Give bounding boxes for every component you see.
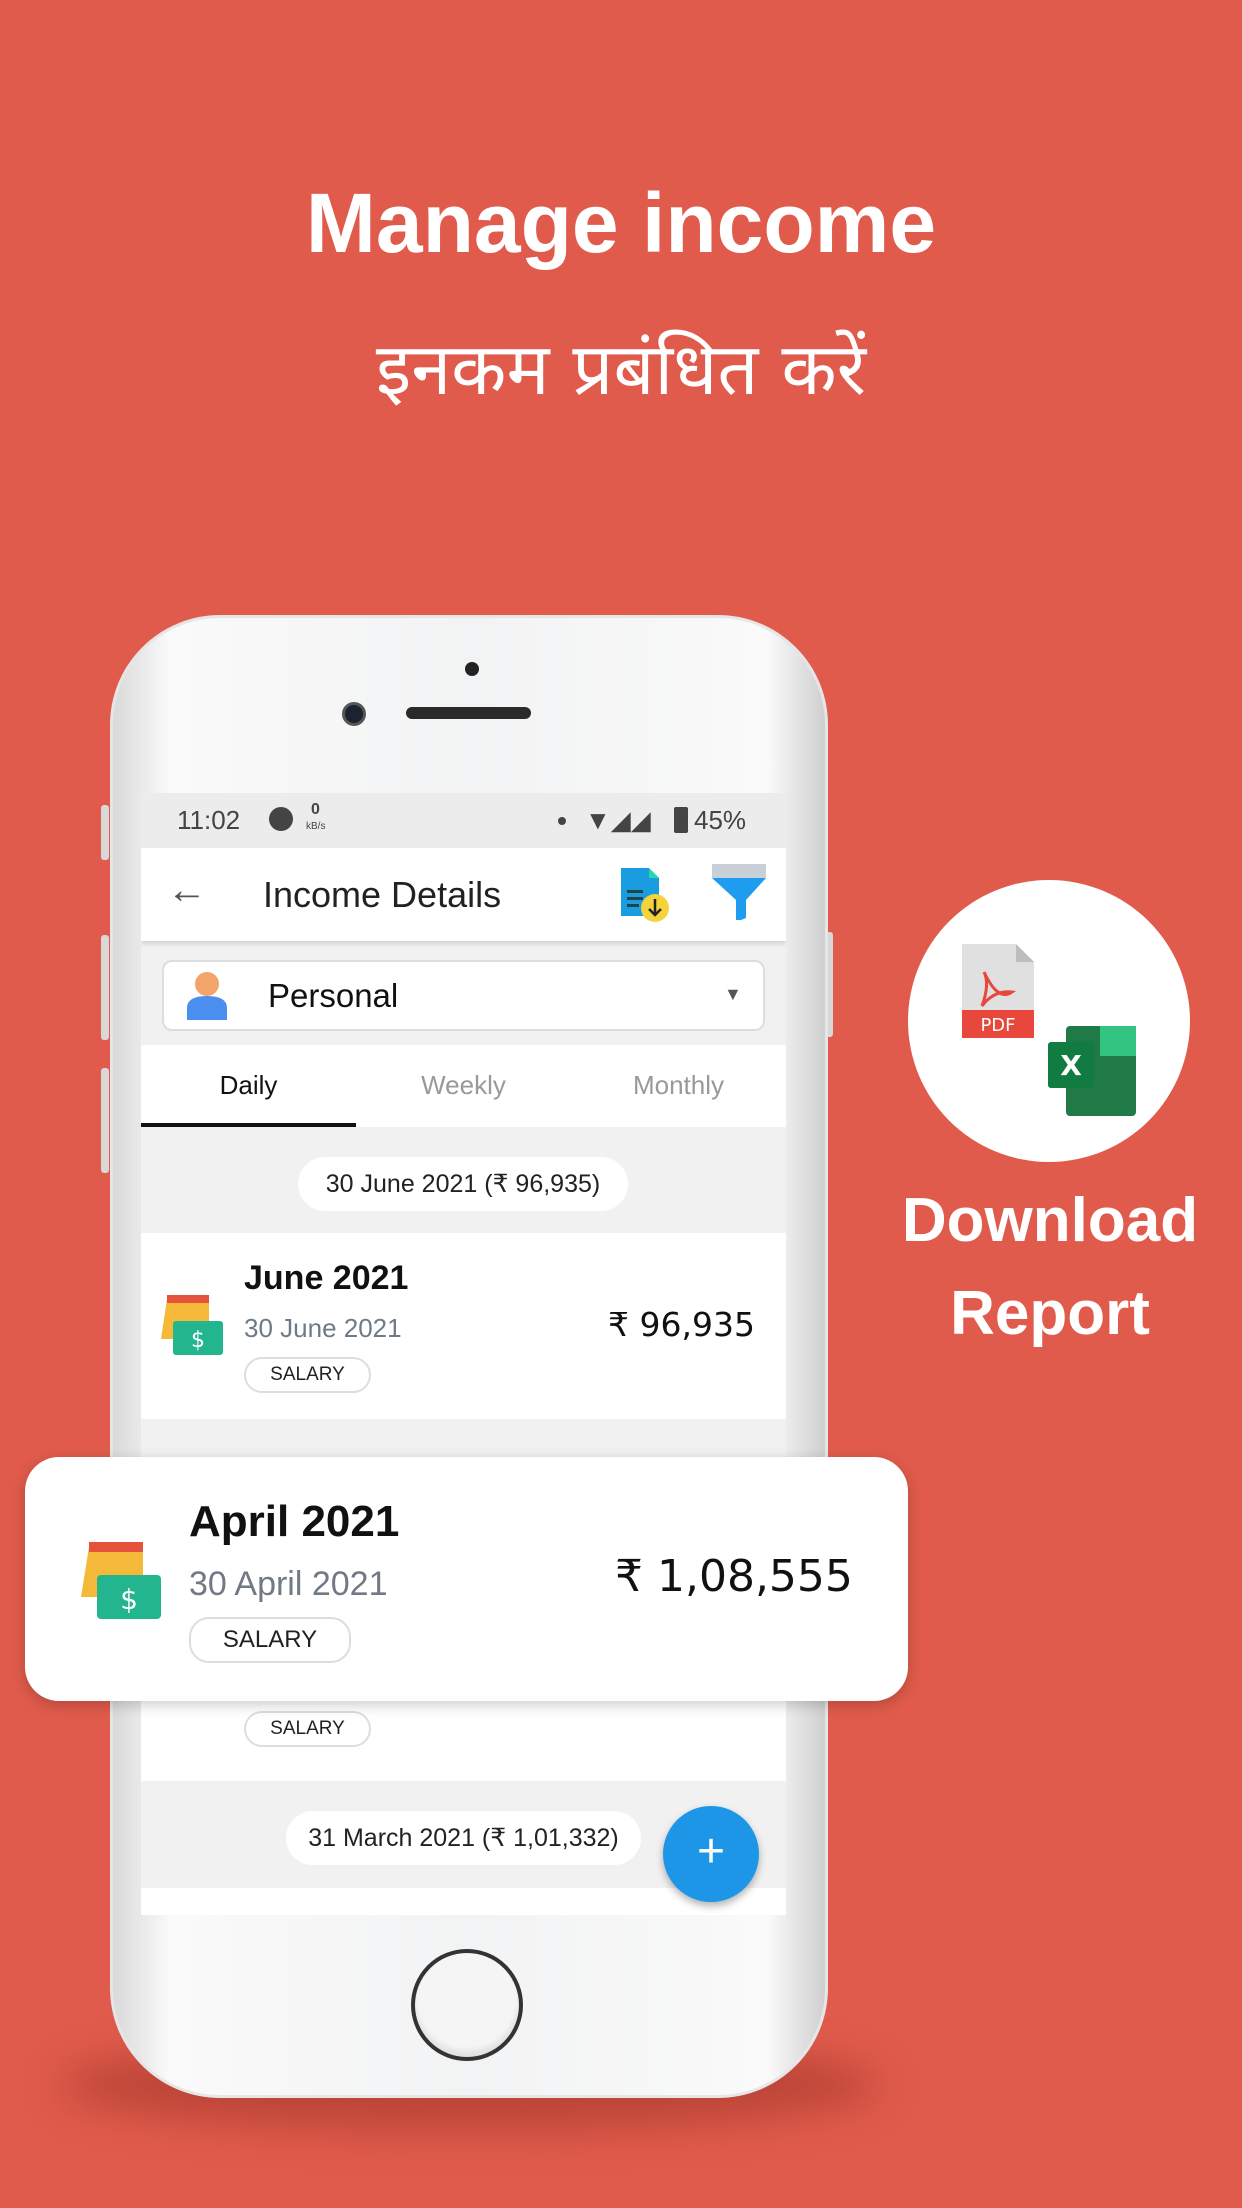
status-time: 11:02: [177, 805, 241, 835]
svg-text:X: X: [1060, 1049, 1082, 1082]
app-screen: 11:02 0 kB/s ▼◢◢ 45% ← Income Details Pe…: [141, 793, 786, 1915]
entry-amount: ₹ 1,08,555: [615, 1551, 853, 1602]
add-income-fab[interactable]: +: [663, 1806, 759, 1902]
page-title: Income Details: [263, 874, 502, 915]
period-tabs: Daily Weekly Monthly: [141, 1045, 786, 1127]
status-bar: 11:02 0 kB/s ▼◢◢ 45%: [141, 793, 786, 848]
phone-side-button: [101, 1068, 109, 1173]
app-bar: ← Income Details: [141, 848, 786, 941]
headline: Manage income: [305, 176, 937, 270]
speaker-grille: [406, 707, 531, 719]
headline-hindi: इनकम प्रबंधित करें: [375, 327, 867, 411]
battery-percent: 45%: [694, 805, 747, 835]
dot-icon: [558, 817, 566, 825]
filter-icon[interactable]: [710, 862, 768, 920]
category-tag: SALARY: [244, 1711, 371, 1747]
highlight-income-card[interactable]: $ April 2021 30 April 2021 ₹ 1,08,555 SA…: [25, 1457, 908, 1701]
date-group-chip: 31 March 2021 (₹ 1,01,332): [286, 1811, 641, 1865]
entry-title: June 2021: [244, 1259, 409, 1297]
dropdown-arrow-icon: ▼: [724, 984, 742, 1004]
date-group-chip: 30 June 2021 (₹ 96,935): [298, 1157, 628, 1211]
download-report-icon[interactable]: [617, 866, 673, 926]
category-tag: SALARY: [189, 1617, 351, 1663]
promo-line-1: Download: [901, 1186, 1199, 1255]
salary-calendar-icon: $: [161, 1295, 223, 1355]
entry-amount: ₹ 96,935: [608, 1305, 755, 1344]
wifi-signal-icons: ▼◢◢: [585, 805, 651, 835]
front-camera: [342, 702, 366, 726]
speed-value: 0: [311, 801, 320, 818]
entry-title: April 2021: [189, 1497, 400, 1546]
person-icon: [187, 972, 227, 1020]
speed-unit: kB/s: [306, 821, 326, 832]
account-select-value: Personal: [268, 977, 399, 1014]
promo-line-2: Report: [950, 1279, 1150, 1348]
entry-date: 30 April 2021: [189, 1565, 388, 1603]
svg-text:PDF: PDF: [980, 1015, 1015, 1036]
category-tag: SALARY: [244, 1357, 371, 1393]
home-button[interactable]: [411, 1949, 523, 2061]
income-list-item[interactable]: $ June 2021 30 June 2021 ₹ 96,935 SALARY: [141, 1233, 786, 1419]
pdf-excel-icon: PDF X: [962, 944, 1136, 1116]
phone-side-button: [101, 935, 109, 1040]
svg-text:$: $: [191, 1328, 205, 1353]
tab-daily[interactable]: Daily: [141, 1045, 356, 1127]
salary-calendar-icon: $: [81, 1542, 161, 1619]
download-report-badge: PDF X: [908, 880, 1190, 1162]
tab-monthly[interactable]: Monthly: [571, 1045, 786, 1127]
svg-text:$: $: [120, 1583, 138, 1616]
battery-icon: [674, 807, 688, 833]
sensor-dot: [465, 662, 479, 676]
tab-weekly[interactable]: Weekly: [356, 1045, 571, 1127]
phone-side-button: [101, 805, 109, 860]
back-arrow-icon[interactable]: ←: [167, 868, 207, 913]
account-select[interactable]: Personal ▼: [162, 960, 765, 1031]
entry-date: 30 June 2021: [244, 1313, 402, 1343]
app-notification-icon: [269, 807, 293, 831]
